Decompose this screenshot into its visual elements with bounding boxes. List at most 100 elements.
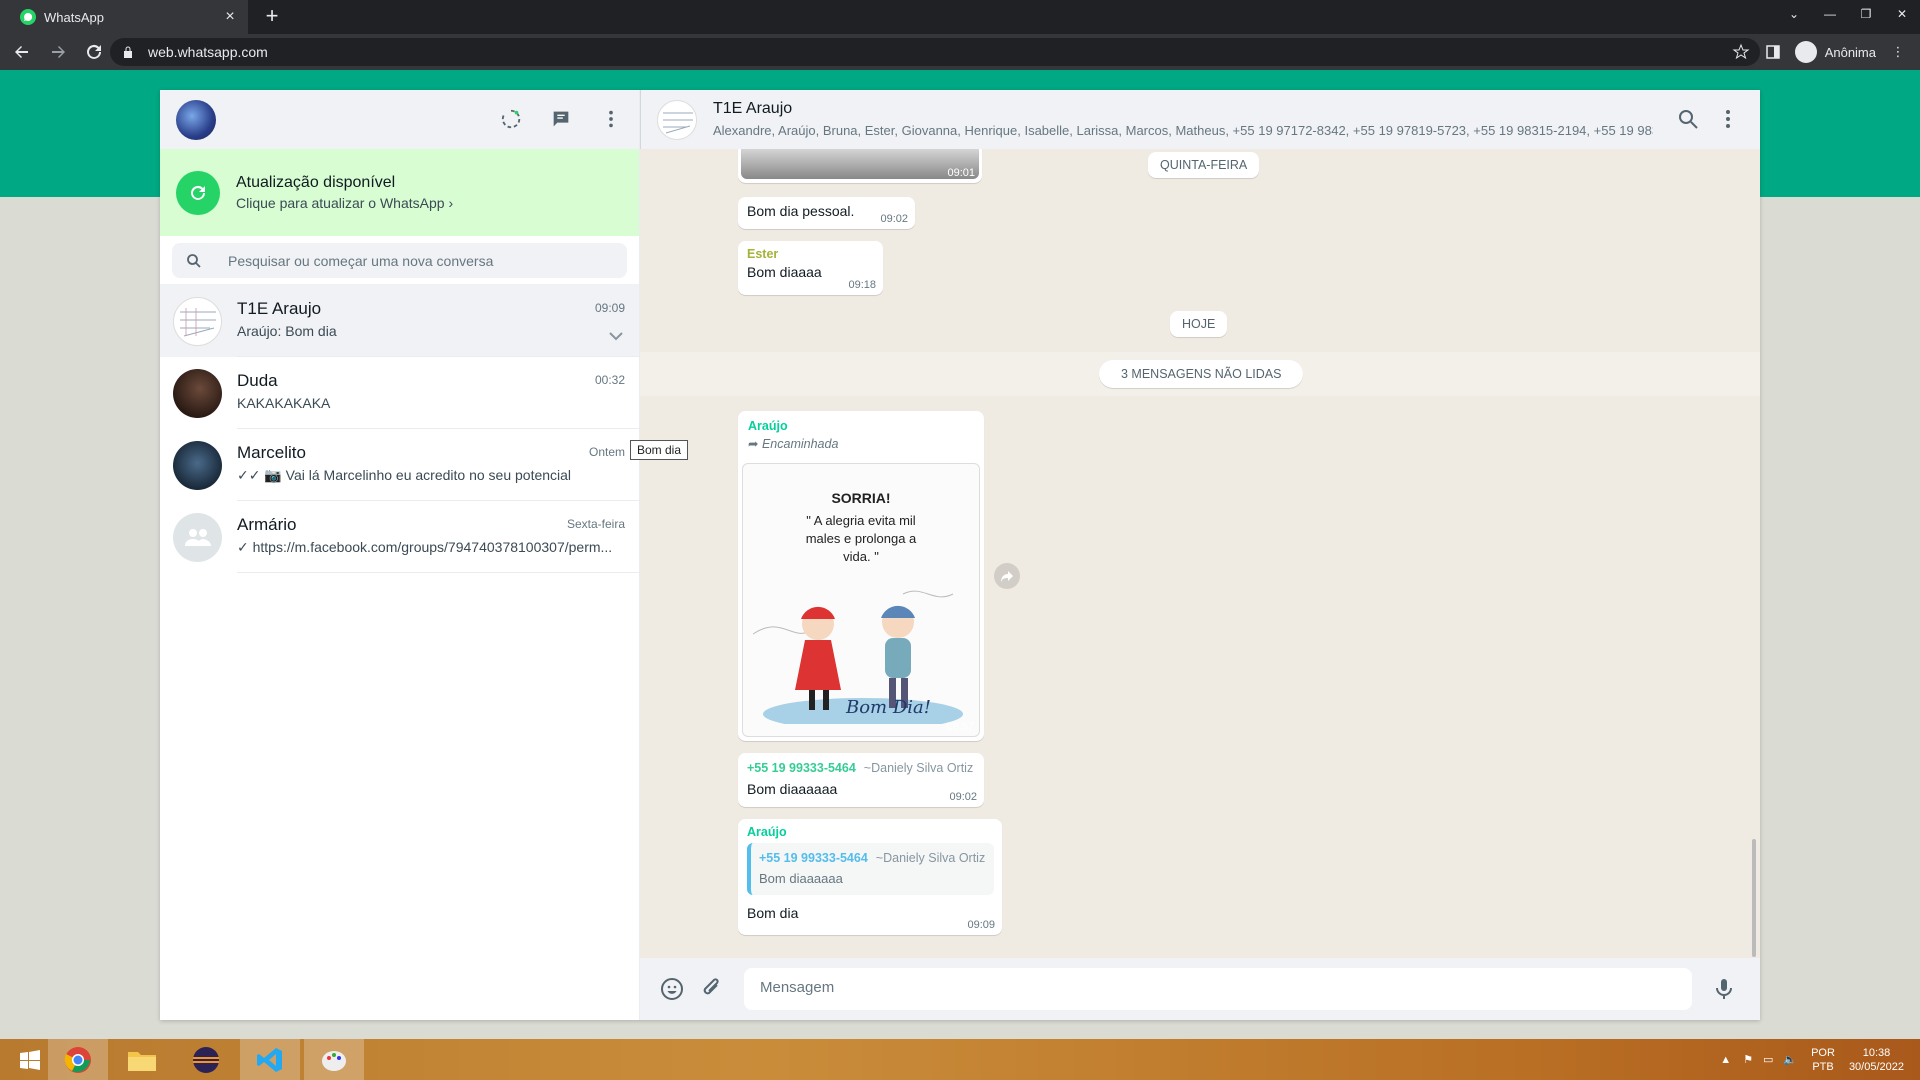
lock-icon: [124, 46, 132, 58]
attach-icon[interactable]: [700, 977, 724, 1001]
show-hidden-icons[interactable]: ▲: [1720, 1054, 1731, 1066]
update-subtitle[interactable]: Clique para atualizar o WhatsApp ›: [236, 195, 453, 211]
search-input[interactable]: Pesquisar ou começar uma nova conversa: [172, 243, 627, 278]
incognito-icon: [1794, 41, 1817, 63]
minimize-icon[interactable]: —: [1812, 0, 1848, 34]
action-center-flag-icon[interactable]: ⚑: [1743, 1053, 1753, 1066]
taskbar-eclipse-icon[interactable]: [176, 1039, 236, 1080]
unread-divider: 3 MENSAGENS NÃO LIDAS: [1099, 360, 1304, 388]
message-time: 09:02: [880, 213, 908, 225]
forwarded-label: ➦ Encaminhada: [748, 437, 839, 451]
tab-search-icon[interactable]: ⌄: [1776, 0, 1812, 34]
chat-item-duda[interactable]: Duda 00:32 KAKAKAKAKA: [160, 357, 639, 429]
address-bar[interactable]: web.whatsapp.com: [110, 38, 1760, 66]
message-bubble-image[interactable]: Araújo ➦ Encaminhada SORRIA! " A alegria…: [738, 411, 984, 741]
message-bubble[interactable]: Bom dia pessoal. 09:02: [738, 197, 915, 229]
image-attachment[interactable]: SORRIA! " A alegria evita mil males e pr…: [742, 463, 980, 737]
contact-avatar: [173, 440, 222, 490]
volume-icon[interactable]: 🔈: [1783, 1053, 1797, 1066]
message-bubble[interactable]: 09:01: [738, 149, 982, 183]
chat-name: Duda: [237, 371, 278, 390]
message-bubble[interactable]: +55 19 99333-5464 ~Daniely Silva Ortiz Bo…: [738, 753, 984, 807]
search-icon: [187, 253, 201, 268]
chat-last-message: KAKAKAKAKA: [237, 395, 331, 411]
taskbar-vscode-icon[interactable]: [240, 1039, 300, 1080]
close-window-icon[interactable]: ✕: [1884, 0, 1920, 34]
side-panel-icon[interactable]: [1761, 40, 1785, 64]
message-bubble[interactable]: Ester Bom diaaaa 09:18: [738, 241, 883, 295]
network-icon[interactable]: ▭: [1763, 1053, 1773, 1066]
taskbar-chrome-icon[interactable]: [48, 1039, 108, 1080]
chat-time: 00:32: [594, 373, 625, 387]
tab-title: WhatsApp: [44, 9, 104, 25]
date-divider: QUINTA-FEIRA: [1148, 152, 1260, 178]
conversation-title: T1E Araujo: [713, 100, 793, 117]
reload-icon[interactable]: [80, 38, 108, 66]
system-tray: ▲ ⚑ ▭ 🔈 POR PTB 10:38 30/05/2022: [1720, 1039, 1920, 1080]
sender-pushname: ~Daniely Silva Ortiz: [863, 761, 974, 775]
message-input[interactable]: Mensagem: [744, 968, 1692, 1010]
chat-last-message: ✓✓ 📷 Vai lá Marcelinho eu acredito no se…: [237, 467, 572, 483]
message-sender: Ester: [747, 247, 779, 261]
image-quote: " A alegria evita mil males e prolonga a…: [805, 513, 917, 564]
new-tab-button[interactable]: +: [260, 5, 284, 29]
close-tab-icon[interactable]: ×: [222, 8, 238, 26]
image-thumbnail[interactable]: [741, 149, 979, 179]
chat-item-marcelito[interactable]: Marcelito Ontem ✓✓ 📷 Vai lá Marcelinho e…: [160, 429, 639, 501]
quoted-message[interactable]: +55 19 99333-5464 ~Daniely Silva Ortiz Bo…: [747, 843, 994, 895]
message-bubble-reply[interactable]: Araújo +55 19 99333-5464 ~Daniely Silva O…: [738, 819, 1002, 935]
update-banner[interactable]: Atualização disponível Clique para atual…: [160, 149, 639, 236]
taskbar-paint-icon[interactable]: [304, 1039, 364, 1080]
menu-icon[interactable]: [599, 107, 623, 131]
search-placeholder: Pesquisar ou começar uma nova conversa: [228, 252, 494, 269]
status-icon[interactable]: [499, 107, 523, 131]
chat-last-message: Araújo: Bom dia: [237, 323, 337, 339]
quoted-phone: +55 19 99333-5464: [759, 851, 868, 865]
browser-tab[interactable]: WhatsApp ×: [0, 0, 248, 34]
bookmark-star-icon[interactable]: [1732, 43, 1750, 61]
image-title: SORRIA!: [831, 490, 891, 506]
whatsapp-favicon-icon: [20, 9, 36, 25]
taskbar-file-explorer-icon[interactable]: [112, 1039, 172, 1080]
back-icon[interactable]: [8, 38, 36, 66]
clock[interactable]: 10:38 30/05/2022: [1849, 1046, 1904, 1074]
chat-item-armario[interactable]: Armário Sexta-feira ✓ https://m.facebook…: [160, 501, 639, 573]
message-text: Bom diaaaa: [747, 264, 822, 280]
forward-button-icon[interactable]: [994, 563, 1020, 589]
url-text: web.whatsapp.com: [148, 44, 268, 60]
forward-icon[interactable]: [44, 38, 72, 66]
language-indicator[interactable]: POR PTB: [1811, 1046, 1835, 1074]
scrollbar[interactable]: [1752, 839, 1756, 957]
conversation-header[interactable]: T1E Araujo Alexandre, Araújo, Bruna, Est…: [640, 90, 1760, 149]
restore-icon[interactable]: ❐: [1848, 0, 1884, 34]
message-sender: Araújo: [748, 419, 788, 433]
group-default-avatar: [173, 512, 222, 562]
sender-phone[interactable]: +55 19 99333-5464: [747, 761, 856, 775]
sidebar: Atualização disponível Clique para atual…: [160, 90, 640, 1020]
emoji-icon[interactable]: [660, 977, 684, 1001]
message-list: 09:01 QUINTA-FEIRA Bom dia pessoal. 09:0…: [640, 149, 1760, 962]
search-icon[interactable]: [1676, 107, 1700, 131]
update-title: Atualização disponível: [236, 174, 396, 191]
menu-icon[interactable]: [1716, 107, 1740, 131]
window-controls: ⌄ — ❐ ✕: [1776, 0, 1920, 34]
group-avatar[interactable]: [657, 100, 697, 140]
image-caption: Bom Dia!: [845, 697, 931, 718]
chat-name: Marcelito: [237, 443, 306, 462]
tooltip: Bom dia: [630, 440, 689, 460]
message-time: 09:02: [949, 791, 977, 803]
browser-menu-icon[interactable]: ⋮: [1886, 40, 1910, 64]
incognito-profile[interactable]: Anônima: [1794, 41, 1876, 63]
my-avatar[interactable]: [176, 100, 216, 140]
message-sender: Araújo: [747, 825, 787, 839]
chat-name: T1E Araujo: [237, 299, 322, 318]
chevron-down-icon[interactable]: [607, 327, 625, 345]
message-time: 09:01: [947, 167, 975, 179]
quoted-pushname: ~Daniely Silva Ortiz: [875, 851, 986, 865]
microphone-icon[interactable]: [1712, 977, 1736, 1001]
chat-item-t1e-araujo[interactable]: T1E Araujo 09:09 Araújo: Bom dia: [160, 285, 639, 357]
quoted-text: Bom diaaaaaa: [759, 871, 843, 886]
message-time: 08:57: [946, 721, 974, 733]
new-chat-icon[interactable]: [549, 107, 573, 131]
group-avatar: [173, 296, 222, 346]
